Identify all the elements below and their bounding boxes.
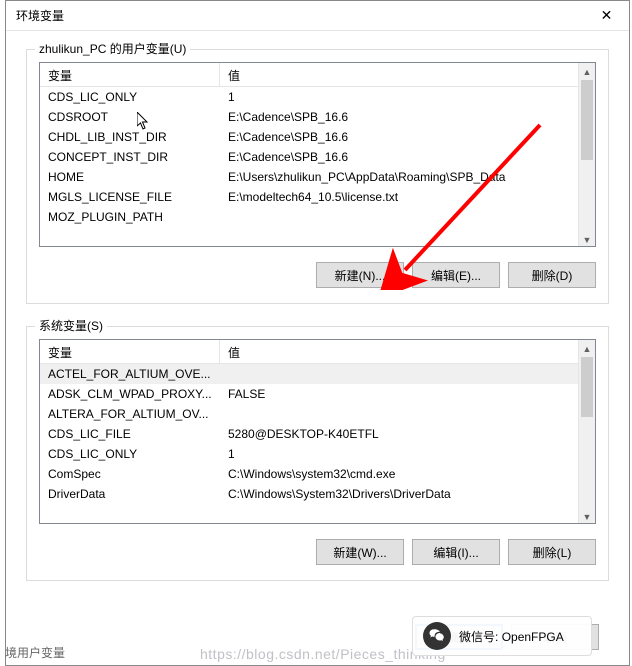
cell-var: CHDL_LIB_INST_DIR xyxy=(40,128,220,146)
wechat-overlay: 微信号: OpenFPGA xyxy=(412,616,592,656)
user-delete-button[interactable]: 删除(D) xyxy=(508,262,596,288)
col-header-variable[interactable]: 变量 xyxy=(40,340,220,363)
sys-vars-label: 系统变量(S) xyxy=(35,317,107,334)
cell-var: CDS_LIC_FILE xyxy=(40,425,220,443)
col-header-value[interactable]: 值 xyxy=(220,63,578,86)
scroll-thumb[interactable] xyxy=(581,80,593,160)
table-row[interactable]: CHDL_LIB_INST_DIRE:\Cadence\SPB_16.6 xyxy=(40,127,578,147)
table-row[interactable]: DriverDataC:\Windows\System32\Drivers\Dr… xyxy=(40,484,578,504)
cell-var: CDS_LIC_ONLY xyxy=(40,445,220,463)
cell-var: ADSK_CLM_WPAD_PROXY... xyxy=(40,385,220,403)
cell-var: CDS_LIC_ONLY xyxy=(40,88,220,106)
dialog-content: zhulikun_PC 的用户变量(U) 变量 值 CDS_LIC_ONLY1 … xyxy=(6,31,629,618)
cell-val: 5280@DESKTOP-K40ETFL xyxy=(220,425,578,443)
cell-val: E:\Cadence\SPB_16.6 xyxy=(220,108,578,126)
table-row[interactable]: MGLS_LICENSE_FILEE:\modeltech64_10.5\lic… xyxy=(40,187,578,207)
cell-var: ComSpec xyxy=(40,465,220,483)
cell-val xyxy=(220,215,578,219)
cell-var: ALTERA_FOR_ALTIUM_OV... xyxy=(40,405,220,423)
cell-var: MGLS_LICENSE_FILE xyxy=(40,188,220,206)
user-variables-group: zhulikun_PC 的用户变量(U) 变量 值 CDS_LIC_ONLY1 … xyxy=(26,49,609,304)
cell-val: E:\Cadence\SPB_16.6 xyxy=(220,148,578,166)
cell-var: CDSROOT xyxy=(40,108,220,126)
table-row[interactable]: MOZ_PLUGIN_PATH xyxy=(40,207,578,227)
table-row[interactable]: HOMEE:\Users\zhulikun_PC\AppData\Roaming… xyxy=(40,167,578,187)
wechat-id: OpenFPGA xyxy=(502,630,564,644)
cell-var: HOME xyxy=(40,168,220,186)
background-partial-text: 境用户变量 xyxy=(5,644,65,661)
table-row[interactable]: CDSROOTE:\Cadence\SPB_16.6 xyxy=(40,107,578,127)
cell-val: E:\modeltech64_10.5\license.txt xyxy=(220,188,578,206)
scroll-up-icon[interactable]: ▲ xyxy=(579,340,595,357)
wechat-text: 微信号: OpenFPGA xyxy=(459,628,564,645)
table-row[interactable]: ACTEL_FOR_ALTIUM_OVE... xyxy=(40,364,578,384)
col-header-value[interactable]: 值 xyxy=(220,340,578,363)
cell-var: CONCEPT_INST_DIR xyxy=(40,148,220,166)
sys-new-button[interactable]: 新建(W)... xyxy=(316,539,404,565)
cell-val: C:\Windows\System32\Drivers\DriverData xyxy=(220,485,578,503)
wechat-avatar-icon xyxy=(423,622,451,650)
user-vars-buttons: 新建(N)... 编辑(E)... 删除(D) xyxy=(39,262,596,288)
cell-val xyxy=(220,372,578,376)
sys-delete-button[interactable]: 删除(L) xyxy=(508,539,596,565)
cell-val: E:\Cadence\SPB_16.6 xyxy=(220,128,578,146)
cell-val: 1 xyxy=(220,88,578,106)
scroll-up-icon[interactable]: ▲ xyxy=(579,63,595,80)
scroll-track[interactable] xyxy=(579,80,595,231)
user-edit-button[interactable]: 编辑(E)... xyxy=(412,262,500,288)
sys-vars-header: 变量 值 xyxy=(40,340,578,364)
user-new-button[interactable]: 新建(N)... xyxy=(316,262,404,288)
close-button[interactable]: ✕ xyxy=(584,1,629,31)
window-title: 环境变量 xyxy=(16,7,64,24)
cell-var: DriverData xyxy=(40,485,220,503)
user-vars-label: zhulikun_PC 的用户变量(U) xyxy=(35,40,190,57)
table-row[interactable]: CONCEPT_INST_DIRE:\Cadence\SPB_16.6 xyxy=(40,147,578,167)
table-row[interactable]: ComSpecC:\Windows\system32\cmd.exe xyxy=(40,464,578,484)
cell-val: C:\Windows\system32\cmd.exe xyxy=(220,465,578,483)
cell-val xyxy=(220,412,578,416)
table-row[interactable]: CDS_LIC_ONLY1 xyxy=(40,87,578,107)
cell-val: 1 xyxy=(220,445,578,463)
sys-vars-buttons: 新建(W)... 编辑(I)... 删除(L) xyxy=(39,539,596,565)
env-vars-dialog: 环境变量 ✕ zhulikun_PC 的用户变量(U) 变量 值 CDS_LIC… xyxy=(5,0,630,666)
scroll-down-icon[interactable]: ▼ xyxy=(579,231,595,247)
system-variables-group: 系统变量(S) 变量 值 ACTEL_FOR_ALTIUM_OVE... ADS… xyxy=(26,326,609,581)
cell-val: FALSE xyxy=(220,385,578,403)
table-row[interactable]: ALTERA_FOR_ALTIUM_OV... xyxy=(40,404,578,424)
col-header-variable[interactable]: 变量 xyxy=(40,63,220,86)
table-row[interactable]: CDS_LIC_ONLY1 xyxy=(40,444,578,464)
table-row[interactable]: CDS_LIC_FILE5280@DESKTOP-K40ETFL xyxy=(40,424,578,444)
sys-edit-button[interactable]: 编辑(I)... xyxy=(412,539,500,565)
user-vars-header: 变量 值 xyxy=(40,63,578,87)
scroll-track[interactable] xyxy=(579,357,595,508)
wechat-label: 微信号 xyxy=(459,630,495,644)
scroll-down-icon[interactable]: ▼ xyxy=(579,508,595,524)
scroll-thumb[interactable] xyxy=(581,357,593,417)
table-row[interactable]: ADSK_CLM_WPAD_PROXY...FALSE xyxy=(40,384,578,404)
user-vars-listview[interactable]: 变量 值 CDS_LIC_ONLY1 CDSROOTE:\Cadence\SPB… xyxy=(39,62,596,247)
close-icon: ✕ xyxy=(601,7,613,24)
cell-val: E:\Users\zhulikun_PC\AppData\Roaming\SPB… xyxy=(220,168,578,186)
user-vars-scrollbar[interactable]: ▲ ▼ xyxy=(578,63,595,247)
cell-var: MOZ_PLUGIN_PATH xyxy=(40,208,220,226)
sys-vars-scrollbar[interactable]: ▲ ▼ xyxy=(578,340,595,524)
sys-vars-listview[interactable]: 变量 值 ACTEL_FOR_ALTIUM_OVE... ADSK_CLM_WP… xyxy=(39,339,596,524)
titlebar: 环境变量 ✕ xyxy=(6,1,629,31)
cell-var: ACTEL_FOR_ALTIUM_OVE... xyxy=(40,365,220,383)
